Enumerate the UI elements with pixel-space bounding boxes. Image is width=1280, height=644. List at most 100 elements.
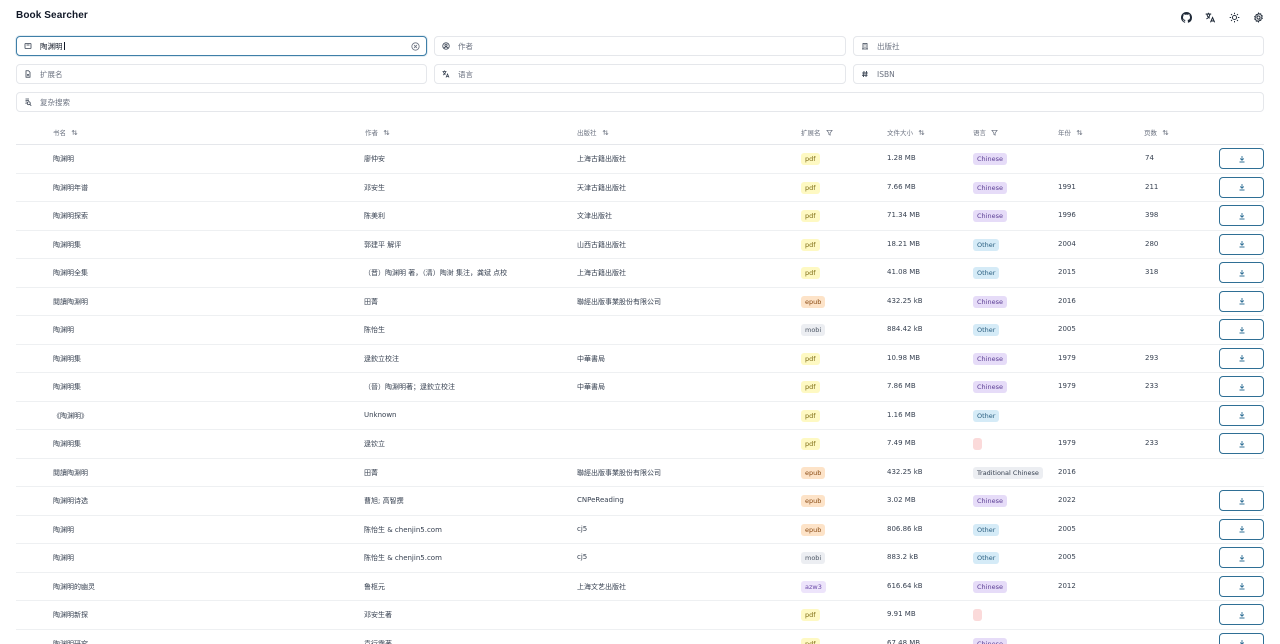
language-search-field[interactable]: 语言 — [434, 64, 846, 84]
language-badge: Chinese — [973, 153, 1007, 165]
column-header-title[interactable]: 书名 — [53, 127, 78, 137]
year-cell: 2004 — [1058, 239, 1076, 248]
pages-cell: 211 — [1145, 182, 1159, 191]
table-row: 陶渊明的幽灵 鲁枢元 上海文艺出版社 616.64 kB 2012 azw3 Chinese — [16, 573, 1264, 601]
publisher-cell: cj5 — [577, 524, 588, 533]
download-button[interactable] — [1219, 347, 1264, 369]
column-header-filesize[interactable]: 文件大小 — [887, 127, 925, 137]
publisher-search-field[interactable]: 出版社 — [853, 36, 1264, 56]
extension-badge: epub — [801, 466, 826, 479]
book-title-cell: 陶渊明诗选 — [53, 497, 88, 505]
download-button[interactable] — [1219, 518, 1264, 540]
download-icon — [1238, 554, 1246, 562]
column-header-author[interactable]: 作者 — [365, 127, 390, 137]
download-button[interactable] — [1219, 319, 1264, 340]
sort-icon[interactable] — [1076, 129, 1083, 136]
language-badge: Chinese — [973, 181, 1007, 194]
filter-icon[interactable] — [991, 129, 998, 136]
download-icon — [1238, 611, 1246, 619]
table-row: 陶渊明年谱 邓安生 天津古籍出版社 7.66 MB 1991 211 pdf Chinese — [16, 174, 1264, 202]
download-button[interactable] — [1219, 290, 1264, 312]
language-badge: Chinese — [973, 637, 1007, 644]
download-icon — [1238, 326, 1246, 334]
table-row: 陶渊明诗选 曹旭; 高智撰 CNPeReading 3.02 MB 2022 epub Ch… — [16, 487, 1264, 516]
filesize-cell: 7.66 MB — [887, 182, 916, 191]
sort-icon[interactable] — [602, 129, 609, 136]
publisher-cell: CNPeReading — [577, 496, 624, 504]
pages-cell: 233 — [1145, 382, 1159, 390]
publisher-cell: 山西古籍出版社 — [577, 240, 626, 249]
download-icon — [1238, 183, 1246, 191]
author-cell: 曹旭; 高智撰 — [364, 497, 404, 505]
download-button[interactable] — [1219, 205, 1264, 226]
download-icon — [1238, 240, 1246, 248]
table-row: 陶渊明 陈怡生 & chenjin5.com cj5 883.2 kB 2005 mobi… — [16, 544, 1264, 573]
download-button[interactable] — [1219, 632, 1264, 644]
extension-placeholder: 扩展名 — [40, 69, 63, 79]
download-button[interactable] — [1219, 233, 1264, 255]
download-button[interactable] — [1219, 262, 1264, 283]
author-cell: 陈怡生 — [364, 326, 385, 334]
book-title-cell: 陶渊明集 — [53, 240, 81, 249]
language-badge: Chinese — [973, 352, 1007, 365]
year-cell: 1979 — [1058, 382, 1076, 390]
translate-icon[interactable] — [1202, 9, 1218, 25]
filesize-cell: 67.48 MB — [887, 638, 921, 644]
download-button[interactable] — [1219, 376, 1264, 397]
table-row: 《陶渊明》 Unknown 1.16 MB pdf Other — [16, 402, 1264, 430]
download-button[interactable] — [1219, 176, 1264, 198]
download-button[interactable] — [1219, 490, 1264, 511]
download-button[interactable] — [1219, 547, 1264, 568]
author-search-field[interactable]: 作者 — [434, 36, 846, 56]
book-title-cell: 陶渊明的幽灵 — [53, 582, 95, 591]
download-icon — [1238, 639, 1246, 644]
column-header-extension[interactable]: 扩展名 — [801, 127, 833, 137]
extension-search-field[interactable]: 扩展名 — [16, 64, 427, 84]
complex-search-placeholder: 复杂搜索 — [40, 97, 70, 107]
pages-cell: 74 — [1145, 154, 1154, 162]
author-cell: 邓安生 — [364, 183, 385, 192]
clear-icon[interactable] — [411, 42, 420, 51]
settings-icon[interactable] — [1250, 9, 1266, 25]
title-search-field[interactable]: 陶渊明 — [16, 36, 427, 56]
title-search-value[interactable]: 陶渊明 — [40, 41, 63, 52]
column-header-language[interactable]: 语言 — [973, 127, 998, 137]
download-button[interactable] — [1219, 604, 1264, 625]
filesize-cell: 884.42 kB — [887, 325, 923, 333]
author-cell: 逯欽立校注 — [364, 354, 399, 363]
column-header-year[interactable]: 年份 — [1058, 127, 1083, 137]
app-title: Book Searcher — [16, 10, 88, 21]
filesize-cell: 7.86 MB — [887, 382, 916, 390]
filter-icon[interactable] — [825, 129, 833, 136]
extension-badge: pdf — [801, 153, 820, 165]
text-caret — [63, 42, 65, 50]
publisher-cell: 上海文艺出版社 — [577, 582, 626, 591]
book-title-cell: 陶渊明集 — [53, 440, 81, 448]
isbn-search-field[interactable]: ISBN — [853, 64, 1264, 84]
complex-search-field[interactable]: 复杂搜索 — [16, 92, 1264, 112]
column-header-pages[interactable]: 页数 — [1144, 127, 1169, 137]
language-badge: Traditional Chinese — [973, 466, 1043, 479]
sort-icon[interactable] — [1162, 129, 1169, 136]
sort-icon[interactable] — [918, 129, 925, 136]
sort-icon[interactable] — [383, 129, 390, 136]
download-button[interactable] — [1219, 433, 1264, 454]
isbn-placeholder: ISBN — [877, 69, 895, 79]
sun-icon[interactable] — [1226, 9, 1242, 25]
extension-badge: epub — [801, 523, 826, 536]
column-header-label: 书名 — [53, 129, 66, 137]
publisher-cell: 文津出版社 — [577, 212, 612, 220]
book-title-cell: 閱讀陶淵明 — [53, 468, 88, 477]
filesize-cell: 1.28 MB — [887, 154, 916, 162]
extension-badge: pdf — [801, 181, 820, 194]
language-badge: Other — [973, 409, 1000, 422]
download-button[interactable] — [1219, 404, 1264, 426]
column-header-publisher[interactable]: 出版社 — [577, 127, 609, 137]
download-button[interactable] — [1219, 148, 1264, 169]
download-button[interactable] — [1219, 575, 1264, 597]
book-title-cell: 陶渊明探索 — [53, 212, 88, 220]
github-icon[interactable] — [1178, 9, 1194, 25]
language-badge: Other — [973, 238, 1000, 251]
author-cell: （晋）陶渊明 著，（清）陶澍 集注，龚斌 点校 — [364, 269, 508, 277]
sort-icon[interactable] — [71, 129, 78, 136]
